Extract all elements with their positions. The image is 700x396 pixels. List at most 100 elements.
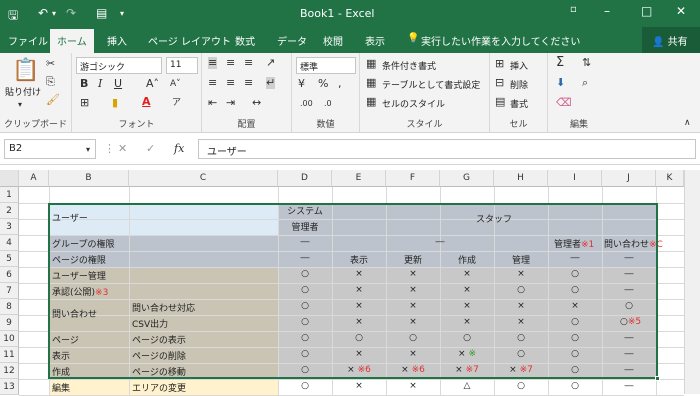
format-table-icon[interactable]: ▦ [366, 77, 376, 89]
insert-cells-icon[interactable]: ⊞ [495, 58, 504, 70]
row-header-4[interactable]: 4 [0, 235, 19, 251]
grow-font-icon[interactable]: A˄ [146, 78, 159, 90]
name-box[interactable]: B2 [4, 139, 96, 159]
decrease-indent-icon[interactable]: ⇤ [208, 97, 217, 109]
cell-f13[interactable]: × [386, 381, 440, 391]
fill-icon[interactable]: ⬇ [556, 77, 565, 89]
font-name-select[interactable]: 游ゴシック [76, 57, 162, 74]
tab-home[interactable]: ホーム [50, 29, 94, 53]
maximize-icon[interactable]: □ [641, 4, 652, 18]
tell-me-icon[interactable]: 💡 [407, 33, 419, 44]
phonetic-icon[interactable]: ア [172, 97, 181, 109]
autosum-icon[interactable]: Σ [556, 56, 564, 69]
column-header-d[interactable]: D [278, 170, 332, 187]
align-left-icon[interactable]: ≡ [208, 77, 217, 89]
tab-review[interactable]: 校閲 [323, 33, 343, 48]
fill-handle[interactable] [655, 376, 660, 381]
cell-e13[interactable]: × [332, 381, 386, 391]
tab-insert[interactable]: 挿入 [107, 33, 127, 48]
row-header-1[interactable]: 1 [0, 187, 19, 203]
tab-formulas[interactable]: 数式 [235, 33, 255, 48]
align-right-icon[interactable]: ≡ [244, 77, 253, 89]
minimize-icon[interactable]: – [604, 4, 610, 18]
column-header-c[interactable]: C [129, 170, 278, 187]
customize-toolbar-icon[interactable]: ▾ [120, 9, 124, 18]
column-header-h[interactable]: H [494, 170, 548, 187]
underline-icon[interactable]: U [114, 78, 122, 90]
row-header-5[interactable]: 5 [0, 251, 19, 267]
conditional-format-icon[interactable]: ▦ [366, 58, 376, 70]
increase-indent-icon[interactable]: ⇥ [226, 97, 235, 109]
ribbon-display-icon[interactable]: ▫ [570, 4, 577, 15]
cell-styles-button[interactable]: セルのスタイル [382, 97, 445, 110]
tell-me-box[interactable]: 実行したい作業を入力してください [421, 33, 580, 48]
row-header-8[interactable]: 8 [0, 299, 19, 315]
cell-i13[interactable]: ○ [548, 381, 602, 391]
column-header-k[interactable]: K [656, 170, 684, 187]
cut-icon[interactable]: ✂ [46, 58, 55, 70]
tab-page-layout[interactable]: ページ レイアウト [148, 33, 231, 48]
cell-g13[interactable]: △ [440, 381, 494, 391]
save-icon[interactable]: 🖫 [8, 6, 18, 27]
align-middle-icon[interactable]: ≡ [226, 57, 235, 69]
align-center-icon[interactable]: ≡ [226, 77, 235, 89]
comma-icon[interactable]: , [338, 78, 342, 90]
cancel-icon[interactable]: ✕ [118, 143, 127, 155]
tab-data[interactable]: データ [277, 33, 307, 48]
percent-icon[interactable]: % [318, 78, 328, 90]
align-top-icon[interactable]: ≡ [208, 57, 218, 69]
row-header-13[interactable]: 13 [0, 379, 19, 395]
formula-input[interactable]: ユーザー [198, 139, 696, 159]
shrink-font-icon[interactable]: A˅ [170, 78, 181, 90]
column-header-g[interactable]: G [440, 170, 494, 187]
row-header-12[interactable]: 12 [0, 363, 19, 379]
column-header-i[interactable]: I [548, 170, 602, 187]
format-as-table-button[interactable]: テーブルとして書式設定 [382, 78, 480, 91]
insert-cells-button[interactable]: 挿入 [510, 59, 528, 72]
paste-icon[interactable]: 📋 [12, 59, 39, 83]
cell-d13[interactable]: ○ [278, 381, 332, 391]
row-header-7[interactable]: 7 [0, 283, 19, 299]
insert-function-icon[interactable]: fx [174, 143, 184, 155]
row-header-2[interactable]: 2 [0, 203, 19, 219]
currency-icon[interactable]: ¥ [298, 78, 305, 90]
select-all-corner[interactable] [0, 170, 19, 187]
paste-dropdown-icon[interactable]: ▾ [18, 99, 22, 111]
sort-filter-icon[interactable]: ⇅ [582, 57, 591, 69]
share-button[interactable]: 👤 共有 [642, 27, 700, 53]
fill-color-icon[interactable]: ▮ [112, 97, 118, 109]
close-icon[interactable]: ✕ [676, 4, 686, 18]
cell-b13[interactable]: 編集 [52, 381, 70, 394]
name-box-dropdown-icon[interactable]: ▾ [86, 144, 90, 156]
row-header-3[interactable]: 3 [0, 219, 19, 235]
orientation-icon[interactable]: ↗ [266, 57, 275, 69]
font-size-select[interactable]: 11 [166, 57, 198, 74]
row-header-11[interactable]: 11 [0, 347, 19, 363]
paste-button[interactable]: 貼り付け [5, 85, 41, 98]
italic-icon[interactable]: I [98, 78, 102, 90]
row-header-9[interactable]: 9 [0, 315, 19, 331]
borders-icon[interactable]: ⊞ [80, 97, 89, 109]
conditional-format-button[interactable]: 条件付き書式 [382, 59, 436, 72]
decrease-decimal-icon[interactable]: .0 [324, 98, 332, 110]
undo-dropdown-icon[interactable]: ▾ [52, 9, 56, 18]
delete-cells-button[interactable]: 削除 [510, 78, 528, 91]
wrap-text-icon[interactable]: ↵ [266, 77, 276, 89]
clear-icon[interactable]: ⌫ [556, 97, 572, 109]
column-header-a[interactable]: A [19, 170, 49, 187]
column-header-e[interactable]: E [332, 170, 386, 187]
format-cells-button[interactable]: 書式 [510, 97, 528, 110]
copy-icon[interactable]: ⎘ [46, 76, 55, 88]
tab-view[interactable]: 表示 [365, 33, 385, 48]
quick-print-icon[interactable]: ▤ [96, 6, 107, 20]
vertical-scrollbar[interactable] [684, 170, 700, 394]
column-header-j[interactable]: J [602, 170, 656, 187]
cell-h13[interactable]: ○ [494, 381, 548, 391]
format-painter-icon[interactable]: 🖌 [46, 94, 60, 106]
column-header-b[interactable]: B [49, 170, 129, 187]
merge-center-icon[interactable]: ↔ [252, 97, 261, 109]
delete-cells-icon[interactable]: ⊟ [495, 77, 504, 89]
row-header-10[interactable]: 10 [0, 331, 19, 347]
align-bottom-icon[interactable]: ≡ [244, 57, 253, 69]
column-header-f[interactable]: F [386, 170, 440, 187]
